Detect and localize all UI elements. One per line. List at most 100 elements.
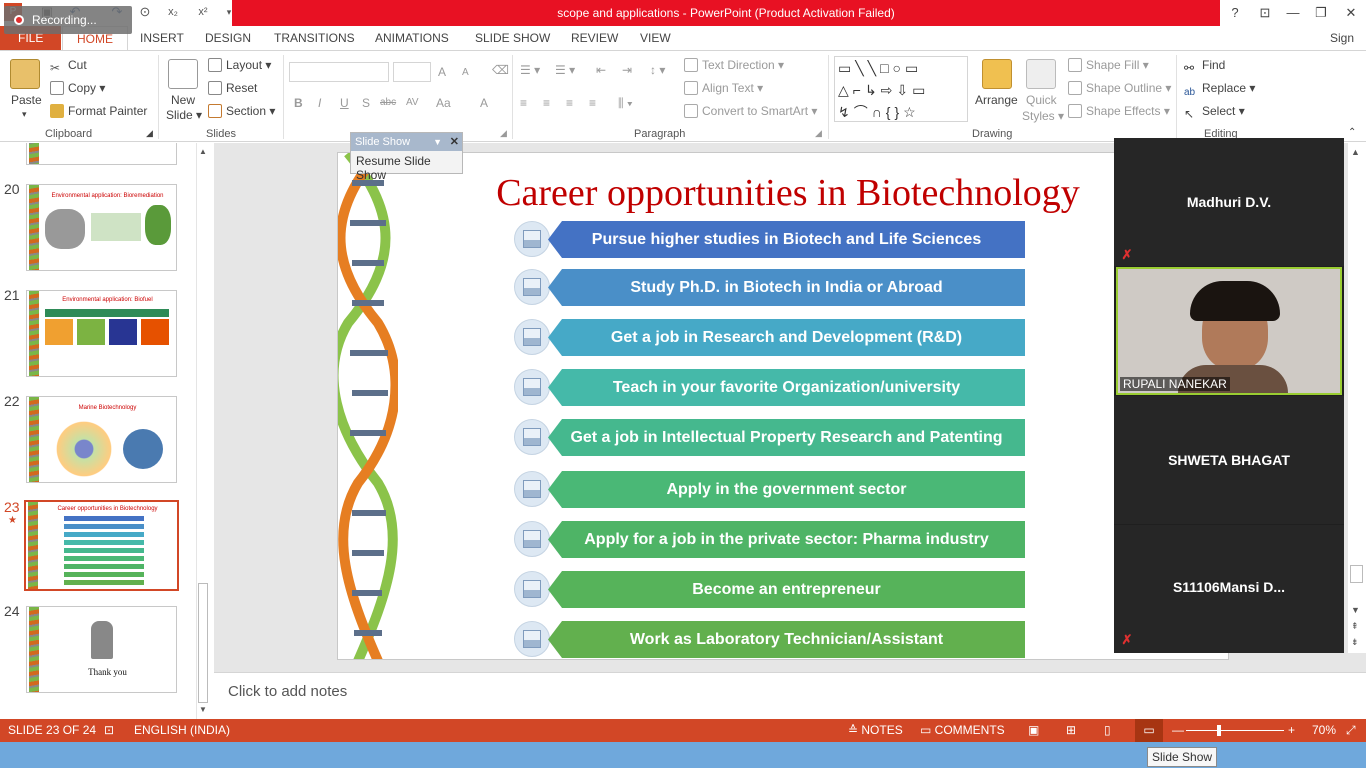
slide-thumbnail-22[interactable]: Marine Biotechnology <box>26 396 177 483</box>
tab-view[interactable]: VIEW <box>640 26 671 50</box>
grow-font-button[interactable]: A <box>438 65 446 79</box>
reading-view-icon[interactable]: ▯ <box>1104 719 1111 742</box>
align-left-icon[interactable]: ≡ <box>520 96 527 110</box>
comments-button[interactable]: ▭ COMMENTS <box>920 719 1005 742</box>
justify-icon[interactable]: ≡ <box>589 96 596 110</box>
layout-button[interactable]: Layout ▾ <box>208 58 271 72</box>
quick-styles-button[interactable]: Quick <box>1026 93 1057 107</box>
career-option-bar[interactable]: Become an entrepreneur <box>548 571 1025 608</box>
language-indicator[interactable]: ENGLISH (INDIA) <box>134 719 230 742</box>
sign-in-link[interactable]: Sign in <box>1330 26 1366 69</box>
zoom-out-icon[interactable]: — <box>1172 719 1184 742</box>
align-right-icon[interactable]: ≡ <box>566 96 573 110</box>
zoom-slider-thumb[interactable] <box>1217 725 1221 736</box>
participant-video-tile[interactable]: RUPALI NANEKAR <box>1116 267 1342 395</box>
slide-thumbnail-24[interactable]: Thank you <box>26 606 177 693</box>
new-slide-label[interactable]: Slide ▾ <box>166 108 202 122</box>
slide-show-view-icon[interactable]: ▭ <box>1135 719 1163 742</box>
clear-formatting-icon[interactable]: ⌫ <box>492 63 509 77</box>
career-option-bar[interactable]: Get a job in Research and Development (R… <box>548 319 1025 356</box>
ribbon-display-options-icon[interactable]: ⊡ <box>1250 0 1280 26</box>
tab-insert[interactable]: INSERT <box>140 26 184 50</box>
scroll-up-icon[interactable]: ▲ <box>1351 147 1360 157</box>
normal-view-icon[interactable]: ▣ <box>1028 719 1039 742</box>
find-button[interactable]: ⚯ Find <box>1184 58 1225 75</box>
strikethrough-button[interactable]: abc <box>380 97 396 108</box>
shape-fill-button[interactable]: Shape Fill ▾ <box>1068 58 1149 72</box>
notes-button[interactable]: ≙ NOTES <box>848 719 903 742</box>
fit-slide-icon[interactable]: ⤢ <box>1346 719 1356 742</box>
align-center-icon[interactable]: ≡ <box>543 96 550 110</box>
shape-effects-button[interactable]: Shape Effects ▾ <box>1068 104 1170 118</box>
convert-smartart-button[interactable]: Convert to SmartArt ▾ <box>684 104 817 118</box>
zoom-level[interactable]: 70% <box>1312 719 1336 742</box>
scroll-down-icon[interactable]: ▼ <box>199 705 207 714</box>
quick-styles-label[interactable]: Styles ▾ <box>1022 109 1064 123</box>
maximize-button[interactable]: ❐ <box>1306 0 1336 26</box>
slide-sorter-icon[interactable]: ⊞ <box>1066 719 1076 742</box>
scrollbar-thumb[interactable] <box>198 583 208 703</box>
reset-button[interactable]: Reset <box>208 81 257 95</box>
bullets-icon[interactable]: ☰ ▾ <box>520 63 540 77</box>
participant-tile[interactable]: S11106Mansi D... ✗ <box>1114 525 1344 653</box>
career-option-bar[interactable]: Get a job in Intellectual Property Resea… <box>548 419 1025 456</box>
career-option-bar[interactable]: Study Ph.D. in Biotech in India or Abroa… <box>548 269 1025 306</box>
slideshow-floating-toolbar[interactable]: Slide Show ▼ ✕ Resume Slide Show <box>350 132 463 182</box>
current-slide[interactable]: Career opportunities in Biotechnology Pu… <box>337 152 1229 660</box>
notes-pane[interactable]: Click to add notes <box>214 672 1366 719</box>
participant-tile[interactable]: SHWETA BHAGAT <box>1114 396 1344 524</box>
zoom-slider-track[interactable] <box>1186 730 1284 731</box>
font-launcher-icon[interactable]: ◢ <box>500 128 507 139</box>
thumbnail-scrollbar[interactable]: ▲ ▼ <box>196 143 210 719</box>
toolbar-close-icon[interactable]: ✕ <box>450 133 459 151</box>
select-button[interactable]: ↖ Select ▾ <box>1184 104 1245 121</box>
new-slide-button[interactable]: New <box>171 93 195 107</box>
replace-button[interactable]: ab Replace ▾ <box>1184 81 1255 101</box>
superscript-icon[interactable]: x² <box>194 3 212 21</box>
slide-title[interactable]: Career opportunities in Biotechnology <box>478 171 1098 215</box>
shape-outline-button[interactable]: Shape Outline ▾ <box>1068 81 1171 95</box>
career-option-bar[interactable]: Apply in the government sector <box>548 471 1025 508</box>
change-case-button[interactable]: Aa <box>436 96 451 110</box>
cut-button[interactable]: ✂ Cut <box>50 58 87 75</box>
paste-dropdown-icon[interactable]: ▾ <box>22 109 27 120</box>
slide-thumbnail[interactable] <box>26 143 177 165</box>
format-painter-button[interactable]: Format Painter <box>50 104 147 118</box>
close-button[interactable]: ✕ <box>1336 0 1366 26</box>
text-direction-button[interactable]: Text Direction ▾ <box>684 58 784 72</box>
participant-tile[interactable]: Madhuri D.V. ✗ <box>1114 138 1344 266</box>
toolbar-header[interactable]: Slide Show ▼ ✕ <box>351 133 462 151</box>
slide-thumbnail-21[interactable]: Environmental application: Biofuel <box>26 290 177 377</box>
resume-slide-show-button[interactable]: Resume Slide Show <box>351 151 462 185</box>
scrollbar-thumb[interactable] <box>1350 565 1363 583</box>
columns-icon[interactable]: ⫼ ▾ <box>618 96 633 111</box>
slide-thumbnail-20[interactable]: Environmental application: Bioremediatio… <box>26 184 177 271</box>
font-size-combo[interactable] <box>393 62 431 82</box>
minimize-button[interactable]: — <box>1278 0 1308 26</box>
previous-slide-icon[interactable]: ⇞ <box>1351 621 1359 632</box>
shapes-gallery[interactable]: ▭╲╲□○▭ △⌐↳⇨⇩▭ ↯⌒∩{}☆ <box>834 56 968 122</box>
clipboard-launcher-icon[interactable]: ◢ <box>146 128 153 139</box>
line-spacing-icon[interactable]: ↕ ▾ <box>650 63 665 77</box>
tab-review[interactable]: REVIEW <box>571 26 618 50</box>
zoom-in-icon[interactable]: + <box>1288 719 1295 742</box>
font-color-button[interactable]: A <box>480 96 488 110</box>
scroll-down-icon[interactable]: ▼ <box>1351 605 1360 615</box>
start-from-beginning-icon[interactable]: ⊙ <box>136 3 154 21</box>
text-shadow-button[interactable]: S <box>362 96 370 110</box>
decrease-indent-icon[interactable]: ⇤ <box>596 63 606 77</box>
increase-indent-icon[interactable]: ⇥ <box>622 63 632 77</box>
slide-thumbnail-23[interactable]: Career opportunities in Biotechnology <box>24 500 179 591</box>
career-option-bar[interactable]: Teach in your favorite Organization/univ… <box>548 369 1025 406</box>
tab-animations[interactable]: ANIMATIONS <box>375 26 449 50</box>
paste-button[interactable]: Paste <box>11 93 42 107</box>
spell-check-icon[interactable]: ⊡ <box>104 719 114 742</box>
next-slide-icon[interactable]: ⇟ <box>1351 637 1359 648</box>
shrink-font-button[interactable]: A <box>462 67 469 78</box>
numbering-icon[interactable]: ☰ ▾ <box>555 63 575 77</box>
underline-button[interactable]: U <box>340 96 349 110</box>
career-option-bar[interactable]: Work as Laboratory Technician/Assistant <box>548 621 1025 658</box>
help-button[interactable]: ? <box>1220 0 1250 26</box>
career-option-bar[interactable]: Pursue higher studies in Biotech and Lif… <box>548 221 1025 258</box>
align-text-button[interactable]: Align Text ▾ <box>684 81 763 95</box>
